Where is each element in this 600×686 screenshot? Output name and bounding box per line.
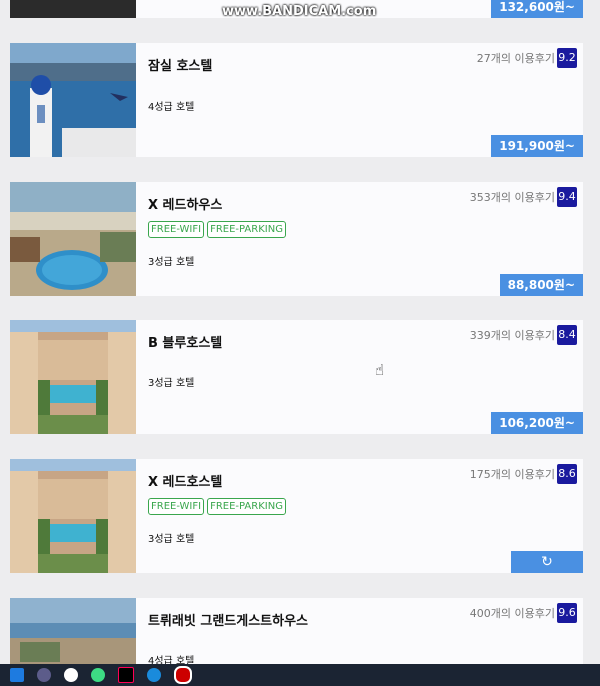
star-grade: 3성급 호텔 bbox=[148, 534, 195, 545]
amenity-tag: FREE-WIFI bbox=[148, 221, 205, 238]
hand-cursor-icon: ☝ bbox=[375, 361, 385, 379]
rating-badge: 8.4 bbox=[557, 325, 577, 345]
record-icon[interactable] bbox=[174, 666, 192, 684]
refresh-button[interactable]: ↻ bbox=[511, 551, 583, 573]
hotel-card[interactable]: 잠실 호스텔 27개의 이용후기 9.2 4성급 호텔 191,900원~ bbox=[10, 43, 583, 157]
review-count: 339개의 이용후기 bbox=[469, 329, 555, 342]
recording-watermark: www.BANDICAM.com bbox=[222, 4, 377, 19]
intellij-icon[interactable] bbox=[118, 667, 134, 683]
star-grade: 3성급 호텔 bbox=[148, 257, 195, 268]
amenity-tag: FREE-PARKING bbox=[207, 498, 286, 515]
hotel-name[interactable]: 트뤼래빗 그랜드게스트하우스 bbox=[148, 610, 308, 629]
hotel-photo bbox=[10, 320, 136, 434]
price-button[interactable]: 132,600원~ bbox=[491, 0, 583, 18]
hotel-name[interactable]: 잠실 호스텔 bbox=[148, 55, 212, 74]
price-button[interactable]: 191,900원~ bbox=[491, 135, 583, 157]
taskbar bbox=[0, 664, 600, 686]
star-grade: 3성급 호텔 bbox=[148, 378, 195, 389]
star-grade: 4성급 호텔 bbox=[148, 656, 195, 664]
hotel-photo bbox=[10, 182, 136, 296]
review-count: 400개의 이용후기 bbox=[469, 607, 555, 620]
android-studio-icon[interactable] bbox=[91, 668, 105, 682]
trello-icon[interactable] bbox=[10, 668, 24, 682]
rating-badge: 8.6 bbox=[557, 464, 577, 484]
refresh-icon: ↻ bbox=[541, 554, 553, 570]
review-count: 353개의 이용후기 bbox=[469, 191, 555, 204]
rating-badge: 9.4 bbox=[557, 187, 577, 207]
app-icon[interactable] bbox=[37, 668, 51, 682]
hotel-card[interactable]: 트뤼래빗 그랜드게스트하우스 400개의 이용후기 9.6 4성급 호텔 bbox=[10, 598, 583, 664]
internet-explorer-icon[interactable] bbox=[147, 668, 161, 682]
amenity-tag: FREE-PARKING bbox=[207, 221, 286, 238]
star-grade: 4성급 호텔 bbox=[148, 102, 195, 113]
hotel-photo bbox=[10, 43, 136, 157]
hotel-name[interactable]: X 레드호스텔 bbox=[148, 471, 222, 490]
hotel-photo bbox=[10, 598, 136, 664]
price-button[interactable]: 106,200원~ bbox=[491, 412, 583, 434]
amenity-tags: FREE-WIFI FREE-PARKING bbox=[148, 221, 286, 238]
hotel-card[interactable]: X 레드호스텔 175개의 이용후기 8.6 FREE-WIFI FREE-PA… bbox=[10, 459, 583, 573]
hotel-photo bbox=[10, 0, 136, 18]
mongodb-icon[interactable] bbox=[64, 668, 78, 682]
rating-badge: 9.2 bbox=[557, 48, 577, 68]
hotel-name[interactable]: B 블루호스텔 bbox=[148, 332, 222, 351]
review-count: 175개의 이용후기 bbox=[469, 468, 555, 481]
amenity-tags: FREE-WIFI FREE-PARKING bbox=[148, 498, 286, 515]
review-count: 27개의 이용후기 bbox=[476, 52, 555, 65]
hotel-name[interactable]: X 레드하우스 bbox=[148, 194, 222, 213]
price-button[interactable]: 88,800원~ bbox=[499, 274, 583, 296]
amenity-tag: FREE-WIFI bbox=[148, 498, 205, 515]
rating-badge: 9.6 bbox=[557, 603, 577, 623]
hotel-photo bbox=[10, 459, 136, 573]
hotel-card[interactable]: B 블루호스텔 339개의 이용후기 8.4 3성급 호텔 106,200원~ bbox=[10, 320, 583, 434]
hotel-card[interactable]: X 레드하우스 353개의 이용후기 9.4 FREE-WIFI FREE-PA… bbox=[10, 182, 583, 296]
